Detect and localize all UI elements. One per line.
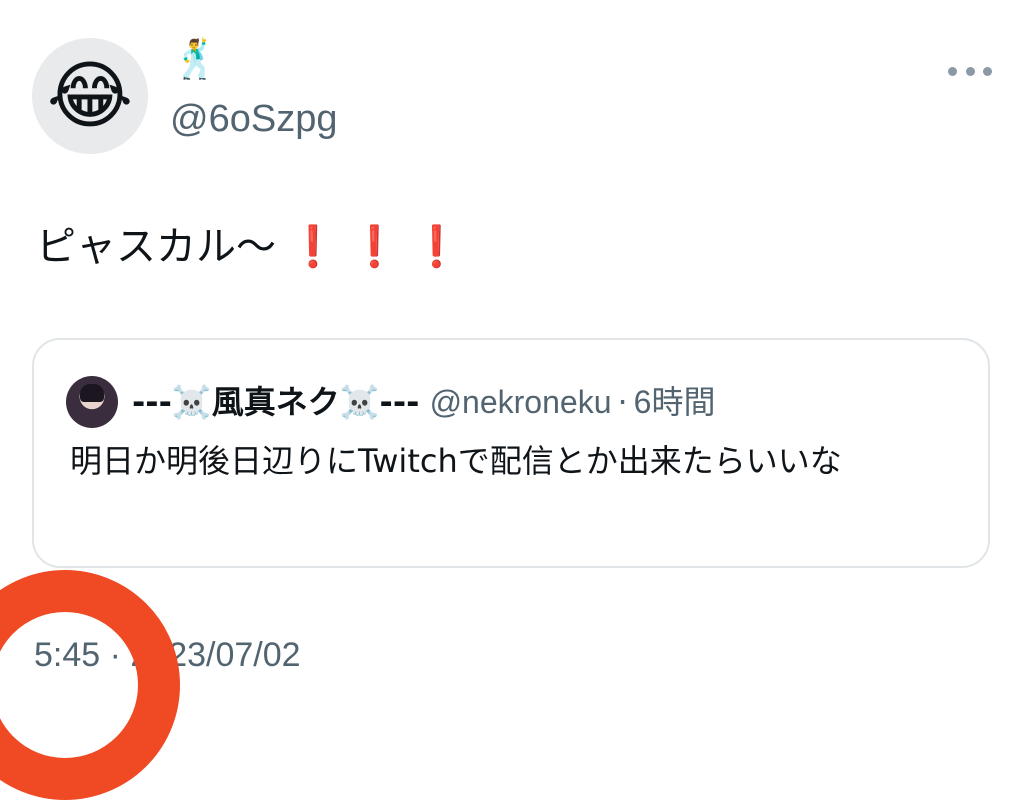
more-dot-1	[948, 66, 957, 76]
tweet-timestamp: 5:45 · 2023/07/02	[34, 636, 301, 674]
exclamation-icon: ❗	[288, 224, 338, 270]
quoted-time: 6時間	[633, 384, 716, 420]
quoted-tweet-card[interactable]: ---☠️風真ネク☠️--- @nekroneku · 6時間 明日か明後日辺りにT…	[32, 338, 990, 568]
tweet-body: ピャスカル〜	[36, 224, 276, 270]
quoted-display-name[interactable]: ---☠️風真ネク☠️---	[132, 383, 419, 421]
separator-dot: ·	[617, 383, 628, 421]
red-circle-annotation	[0, 570, 180, 800]
quoted-tweet-text: 明日か明後日辺りにTwitchで配信とか出来たらいいな	[70, 442, 842, 480]
display-name[interactable]: 🕺	[172, 40, 219, 78]
quoted-user-handle[interactable]: @nekroneku	[430, 384, 612, 420]
user-handle[interactable]: @6oSzpg	[170, 98, 337, 141]
more-dot-2	[965, 66, 975, 76]
exclamation-icon: ❗	[411, 224, 462, 270]
exclamation-icon: ❗	[349, 224, 400, 270]
more-horizontal-icon[interactable]	[948, 64, 992, 78]
quoted-user-avatar[interactable]	[66, 376, 118, 428]
quoted-tweet-header: ---☠️風真ネク☠️--- @nekroneku · 6時間	[132, 376, 715, 428]
more-dot-3	[983, 66, 992, 76]
tweet-text: ピャスカル〜 ❗ ❗ ❗	[36, 222, 461, 272]
avatar[interactable]: 😂	[32, 38, 148, 154]
avatar-emoji: 😂	[46, 53, 134, 139]
